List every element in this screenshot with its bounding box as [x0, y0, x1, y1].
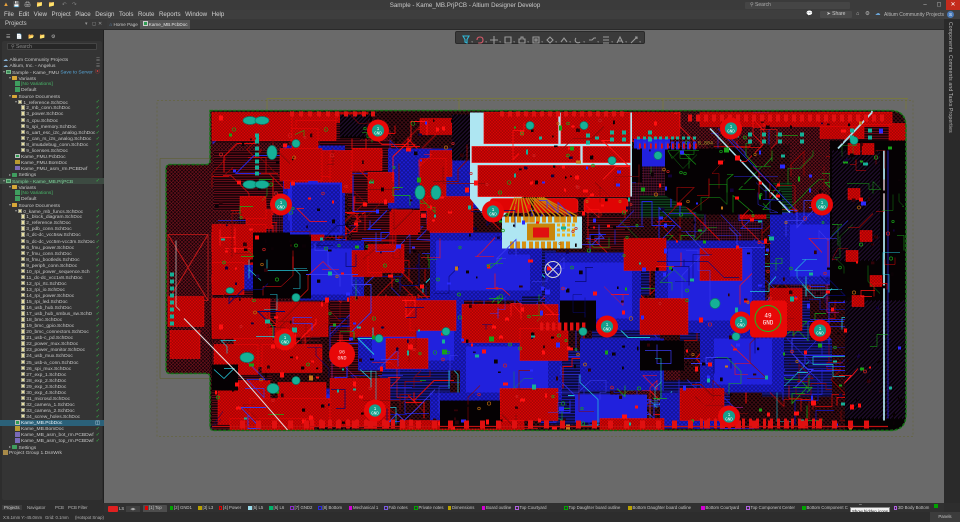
svg-text:GND: GND [737, 324, 745, 328]
svg-text:GND: GND [603, 328, 611, 332]
svg-text:GND: GND [489, 213, 497, 217]
svg-text:GND: GND [337, 355, 346, 361]
svg-text:GND: GND [725, 418, 733, 422]
svg-text:GND: GND [727, 130, 735, 134]
svg-text:GND: GND [371, 412, 379, 416]
svg-text:GND: GND [818, 206, 826, 210]
svg-text:GND: GND [281, 341, 289, 345]
svg-text:GND: GND [816, 332, 824, 336]
svg-text:GND: GND [374, 132, 382, 136]
svg-text:GND: GND [277, 206, 285, 210]
svg-text:B_804: B_804 [698, 140, 713, 146]
svg-text:49: 49 [764, 312, 772, 319]
svg-text:GND: GND [763, 319, 774, 326]
